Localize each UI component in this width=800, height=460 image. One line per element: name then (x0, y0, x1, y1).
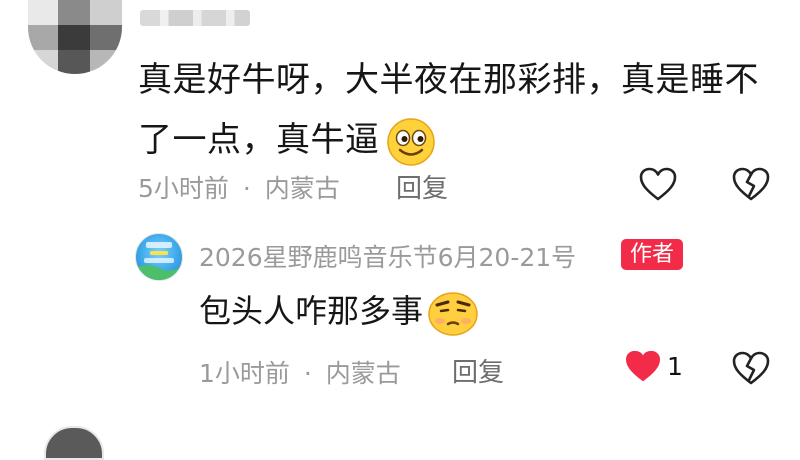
reply-reply-button[interactable]: 回复 (452, 352, 504, 389)
next-commenter-avatar[interactable] (44, 426, 104, 460)
broken-heart-outline-icon[interactable] (731, 166, 771, 202)
comment-text: 真是好牛呀，大半夜在那彩排，真是睡不 了一点，真牛逼 (138, 50, 778, 170)
comment-time: 5小时前 (138, 174, 229, 203)
comment-text-line2: 了一点，真牛逼 (138, 120, 380, 160)
reply-author-avatar[interactable] (135, 233, 183, 281)
commenter-avatar[interactable] (28, 0, 122, 74)
smiling-emoji-icon (386, 117, 436, 167)
annoyed-emoji-icon (427, 289, 479, 337)
reply-text-row: 包头人咋那多事 (199, 287, 479, 337)
reply-location: 内蒙古 (325, 359, 401, 388)
reply-meta: 1小时前 · 内蒙古 (199, 354, 401, 390)
commenter-name-blurred[interactable] (140, 10, 250, 26)
reply-author-name[interactable]: 2026星野鹿鸣音乐节6月20-21号 (199, 238, 576, 274)
comment-text-line1: 真是好牛呀，大半夜在那彩排，真是睡不 (138, 60, 759, 100)
comment-text-line2-row: 了一点，真牛逼 (138, 110, 778, 170)
reply-time: 1小时前 (199, 359, 290, 388)
reply-like-count: 1 (667, 352, 683, 381)
broken-heart-outline-icon[interactable] (731, 350, 771, 386)
reply-text: 包头人咋那多事 (199, 292, 424, 330)
comment-reply-button[interactable]: 回复 (396, 168, 448, 205)
meta-separator: · (242, 174, 251, 203)
heart-filled-icon[interactable] (624, 349, 662, 383)
heart-outline-icon[interactable] (638, 166, 678, 202)
meta-separator: · (303, 359, 312, 388)
comment-meta: 5小时前 · 内蒙古 (138, 169, 340, 205)
comment-location: 内蒙古 (264, 174, 340, 203)
author-badge: 作者 (621, 239, 683, 270)
